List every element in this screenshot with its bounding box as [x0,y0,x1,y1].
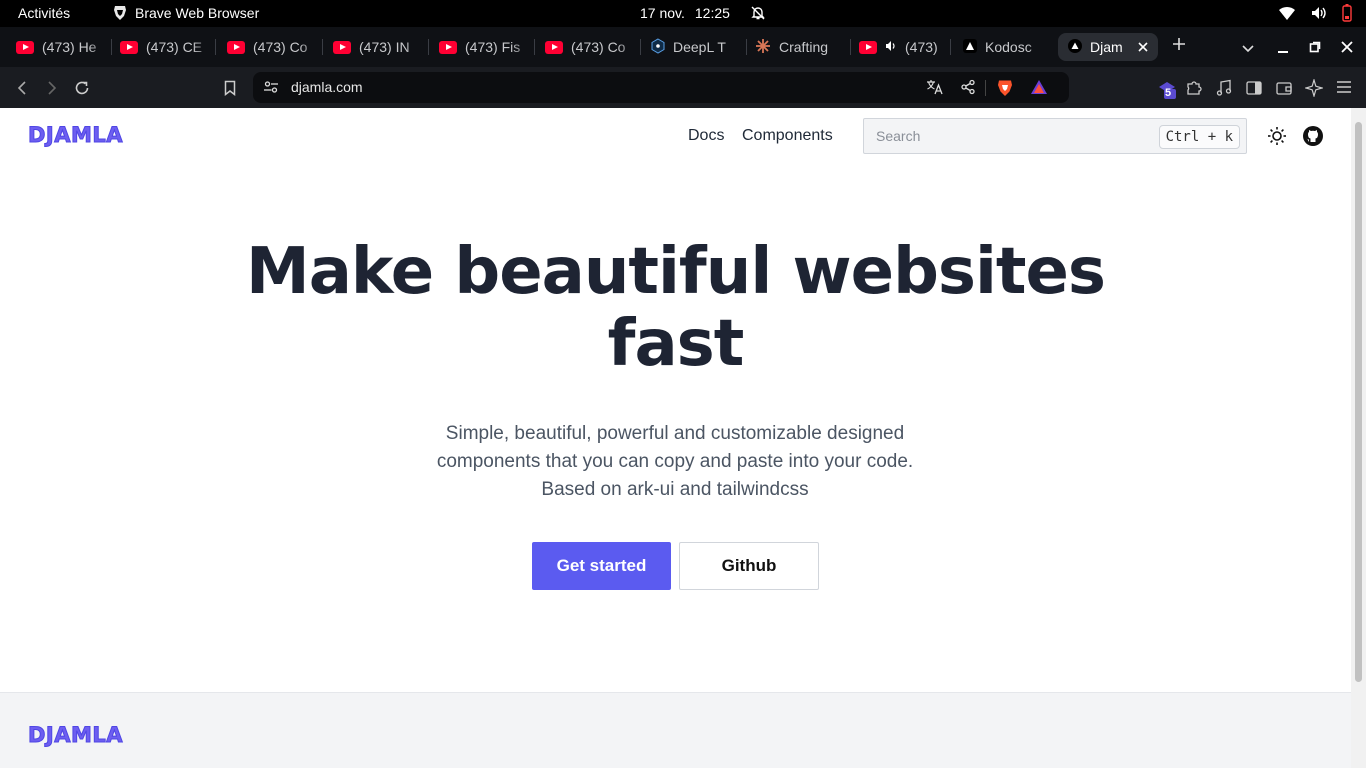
share-icon[interactable] [960,79,976,100]
youtube-icon [859,40,877,54]
wallet-icon[interactable] [1275,79,1293,102]
site-settings-icon[interactable] [263,79,279,100]
wifi-icon [1278,5,1296,21]
tab-list-chevron-icon[interactable] [1242,40,1254,58]
brave-shields-icon[interactable] [997,79,1013,102]
address-bar[interactable]: djamla.com [253,72,1069,103]
web-page: DJAMLA Docs Components Search Ctrl + k M… [0,108,1351,768]
tab-title: Crafting [779,39,829,55]
youtube-icon [120,40,138,54]
translate-icon[interactable] [926,79,944,100]
browser-toolbar: djamla.com 5 [0,67,1366,108]
youtube-icon [227,40,245,54]
browser-tab[interactable]: Kodosc [963,33,1051,61]
browser-tab[interactable]: (473) Co [545,33,641,61]
triangle-icon [1068,38,1082,56]
browser-tab[interactable]: (473) Fis [439,33,535,61]
brave-lion-icon [113,5,127,21]
browser-tab[interactable]: (473) CE [120,33,216,61]
browser-tab[interactable]: (473) IN [333,33,429,61]
clock[interactable]: 17 nov. 12:25 [640,5,766,21]
page-scrollbar[interactable] [1351,108,1366,768]
notifications-off-icon [750,5,766,21]
maximize-icon[interactable] [1309,40,1321,58]
deepl-icon [651,37,665,57]
extension-badge-count: 5 [1165,87,1172,99]
hero-subtitle-line1: Simple, beautiful, powerful and customiz… [445,423,905,444]
media-music-icon[interactable] [1215,79,1233,102]
activities-button[interactable]: Activités [18,5,70,21]
get-started-button[interactable]: Get started [532,542,671,590]
leo-ai-icon[interactable] [1303,77,1325,102]
youtube-icon [545,40,563,54]
hero-subtitle-line3: Based on ark-ui and tailwindcss [541,479,809,500]
tab-title: DeepL T [673,39,726,55]
site-logo[interactable]: DJAMLA [27,123,123,148]
tab-title: (473) [905,39,938,55]
close-tab-icon[interactable] [1138,39,1148,55]
extensions-puzzle-icon[interactable] [1185,79,1203,102]
browser-tab[interactable]: (473) [859,33,951,61]
main-menu-icon[interactable] [1336,80,1352,99]
app-menu[interactable]: Brave Web Browser [113,5,259,21]
github-button[interactable]: Github [679,542,819,590]
forward-icon[interactable] [41,77,63,99]
nav-components-link[interactable]: Components [742,127,833,145]
tab-strip: (473) He (473) CE (473) Co (473) IN (473… [0,27,1366,67]
search-input[interactable]: Search Ctrl + k [863,118,1247,154]
footer-logo[interactable]: DJAMLA [27,723,123,748]
triangle-icon [963,38,977,56]
brave-rewards-icon[interactable] [1030,79,1048,100]
battery-low-icon [1342,4,1352,22]
youtube-icon [16,40,34,54]
close-window-icon[interactable] [1341,40,1353,58]
new-tab-icon[interactable] [1172,37,1186,56]
time-label: 12:25 [694,5,730,21]
back-icon[interactable] [11,77,33,99]
hero-subtitle: Simple, beautiful, powerful and customiz… [375,420,975,504]
spark-icon [755,38,771,57]
browser-tab[interactable]: Crafting [755,33,851,61]
youtube-icon [439,40,457,54]
active-tab[interactable]: Djam [1058,33,1158,61]
search-shortcut-badge: Ctrl + k [1158,125,1240,149]
search-placeholder: Search [876,128,921,144]
theme-toggle-sun-icon[interactable] [1267,126,1287,151]
site-footer: DJAMLA [0,692,1351,768]
hero-subtitle-line2: components that you can copy and paste i… [436,451,914,472]
sidebar-toggle-icon[interactable] [1245,79,1263,102]
hero-title-line1: Make beautiful websites [246,235,1106,309]
volume-icon [1310,5,1328,21]
hero-title: Make beautiful websites fast [0,236,1351,380]
tab-title: Kodosc [985,39,1032,55]
youtube-icon [333,40,351,54]
speaker-icon [885,39,897,55]
scrollbar-thumb[interactable] [1355,122,1362,682]
date-label: 17 nov. [640,5,685,21]
system-top-bar: Activités Brave Web Browser 17 nov. 12:2… [0,0,1366,27]
nav-docs-link[interactable]: Docs [688,127,724,145]
bookmark-icon[interactable] [219,77,241,99]
reload-icon[interactable] [71,77,93,99]
browser-tab[interactable]: (473) He [16,33,112,61]
app-name: Brave Web Browser [135,5,260,21]
browser-tab[interactable]: DeepL T [651,33,747,61]
system-tray[interactable] [1278,4,1352,22]
github-icon[interactable] [1302,125,1324,152]
minimize-icon[interactable] [1277,41,1289,59]
hero-title-line2: fast [607,307,745,381]
extension-badge-icon[interactable]: 5 [1157,79,1177,104]
browser-tab[interactable]: (473) Co [227,33,323,61]
tab-title: (473) IN [359,39,410,55]
url-text[interactable]: djamla.com [291,79,363,95]
tab-title: Djam [1090,39,1123,55]
